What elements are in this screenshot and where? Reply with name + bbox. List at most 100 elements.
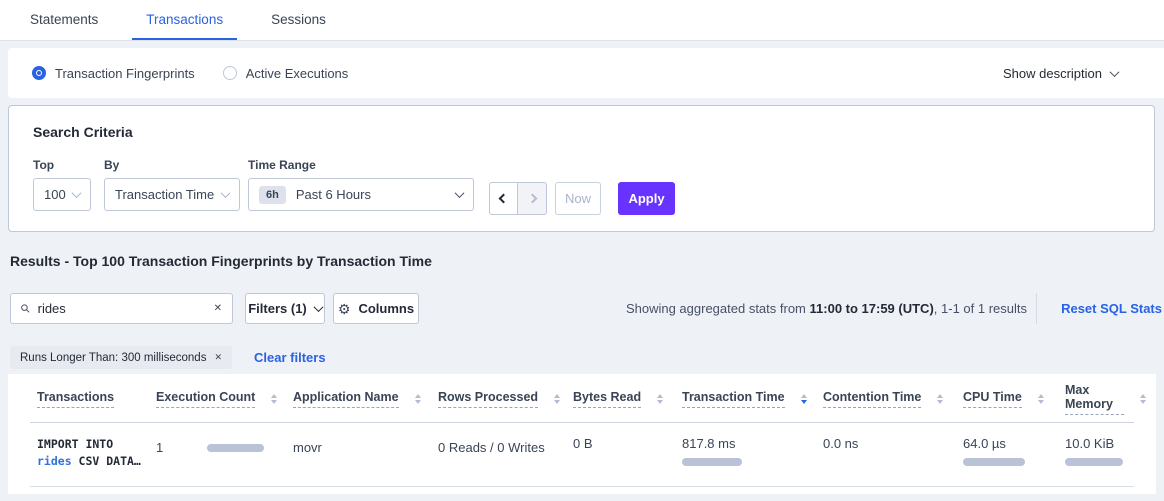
- bytes-read-value: 0 B: [573, 436, 682, 451]
- columns-label: Columns: [358, 301, 414, 316]
- by-select[interactable]: Transaction Time: [104, 178, 240, 211]
- radio-active-executions[interactable]: Active Executions: [223, 66, 349, 81]
- tab-sessions[interactable]: Sessions: [257, 0, 340, 40]
- time-prev-button[interactable]: [489, 182, 518, 215]
- results-table: Transactions Execution Count Application…: [8, 374, 1156, 494]
- stats-prefix: Showing aggregated stats from: [626, 301, 810, 316]
- sort-icon-active-desc[interactable]: [801, 394, 807, 404]
- filter-chip[interactable]: Runs Longer Than: 300 milliseconds ✕: [10, 346, 232, 369]
- search-icon: [21, 302, 30, 315]
- cell-contention-time: 0.0 ns: [823, 436, 963, 451]
- column-header-contention-time: Contention Time: [823, 390, 963, 408]
- tab-transactions[interactable]: Transactions: [132, 0, 237, 40]
- column-header-label[interactable]: CPU Time: [963, 390, 1022, 408]
- stats-suffix: , 1-1 of 1 results: [934, 301, 1027, 316]
- application-name-value: movr: [293, 436, 438, 455]
- active-filters-row: Runs Longer Than: 300 milliseconds ✕ Cle…: [10, 346, 326, 369]
- execution-count-value: 1: [156, 440, 163, 455]
- columns-button[interactable]: ⚙ Columns: [333, 293, 419, 324]
- reset-sql-stats-link[interactable]: Reset SQL Stats: [1061, 301, 1162, 316]
- tab-statements[interactable]: Statements: [16, 0, 112, 40]
- cell-application-name: movr: [293, 436, 438, 455]
- remove-filter-icon[interactable]: ✕: [214, 352, 222, 363]
- sort-icon[interactable]: [415, 394, 421, 404]
- sort-icon[interactable]: [937, 394, 943, 404]
- show-description-label: Show description: [1003, 66, 1102, 81]
- column-header-label[interactable]: Execution Count: [156, 390, 255, 408]
- sort-icon[interactable]: [1140, 394, 1146, 404]
- results-search-box[interactable]: ✕: [10, 293, 233, 324]
- contention-time-value: 0.0 ns: [823, 436, 963, 451]
- transaction-time-bar: [682, 458, 742, 466]
- gear-icon: ⚙: [338, 302, 351, 316]
- filters-button[interactable]: Filters (1): [245, 293, 325, 324]
- column-header-label[interactable]: Rows Processed: [438, 390, 538, 408]
- sql-line-1: IMPORT INTO: [37, 436, 156, 453]
- time-range-badge: 6h: [259, 186, 286, 204]
- max-memory-value: 10.0 KiB: [1065, 436, 1146, 451]
- time-next-button[interactable]: [518, 182, 547, 215]
- cpu-time-value: 64.0 µs: [963, 436, 1065, 451]
- cell-cpu-time: 64.0 µs: [963, 436, 1065, 466]
- column-header-label[interactable]: Application Name: [293, 390, 399, 408]
- radio-unselected-icon[interactable]: [223, 66, 237, 80]
- chevron-down-icon: [455, 188, 465, 198]
- column-header-label[interactable]: Bytes Read: [573, 390, 641, 408]
- column-header-transactions: Transactions: [37, 390, 156, 408]
- column-header-bytes-read: Bytes Read: [573, 390, 682, 408]
- show-description-toggle[interactable]: Show description: [1003, 66, 1140, 81]
- sort-icon[interactable]: [271, 394, 277, 404]
- column-header-label[interactable]: Max Memory: [1065, 383, 1124, 415]
- column-header-cpu-time: CPU Time: [963, 390, 1065, 408]
- radio-label: Active Executions: [246, 66, 349, 81]
- radio-label: Transaction Fingerprints: [55, 66, 195, 81]
- table-row: IMPORT INTO rides CSV DATA… 1 movr 0 Rea…: [8, 423, 1156, 487]
- column-header-max-memory: Max Memory: [1065, 383, 1146, 415]
- rows-processed-value: 0 Reads / 0 Writes: [438, 436, 573, 455]
- column-header-transaction-time: Transaction Time: [682, 390, 823, 408]
- time-range-label: Time Range: [248, 158, 474, 172]
- top-label: Top: [33, 158, 91, 172]
- by-label: By: [104, 158, 240, 172]
- search-input[interactable]: [38, 301, 214, 316]
- chevron-right-icon: [527, 194, 537, 204]
- apply-button[interactable]: Apply: [618, 182, 675, 215]
- results-heading: Results - Top 100 Transaction Fingerprin…: [10, 253, 432, 269]
- column-header-rows-processed: Rows Processed: [438, 390, 573, 408]
- time-nav-group: [489, 182, 547, 215]
- radio-transaction-fingerprints[interactable]: Transaction Fingerprints: [32, 66, 195, 81]
- top-tabs-bar: Statements Transactions Sessions: [0, 0, 1164, 41]
- column-header-execution-count: Execution Count: [156, 390, 293, 408]
- chevron-down-icon: [221, 188, 231, 198]
- by-field: By Transaction Time: [104, 158, 240, 211]
- execution-count-bar: [207, 444, 264, 452]
- sort-icon[interactable]: [657, 394, 663, 404]
- transaction-fingerprint-link[interactable]: IMPORT INTO rides CSV DATA…: [37, 436, 156, 470]
- column-header-application-name: Application Name: [293, 390, 438, 408]
- column-header-label[interactable]: Contention Time: [823, 390, 921, 408]
- radio-selected-icon[interactable]: [32, 66, 46, 80]
- clear-search-icon[interactable]: ✕: [214, 303, 222, 314]
- cell-max-memory: 10.0 KiB: [1065, 436, 1146, 466]
- cell-rows-processed: 0 Reads / 0 Writes: [438, 436, 573, 455]
- column-header-label[interactable]: Transaction Time: [682, 390, 785, 408]
- time-range-field: Time Range 6h Past 6 Hours: [248, 158, 474, 211]
- sql-line-2: rides CSV DATA…: [37, 453, 156, 470]
- filters-label: Filters (1): [248, 301, 307, 316]
- sort-icon[interactable]: [554, 394, 560, 404]
- top-select[interactable]: 100: [33, 178, 91, 211]
- table-header-row: Transactions Execution Count Application…: [8, 374, 1156, 423]
- sql-rest: CSV DATA…: [72, 454, 141, 468]
- cell-transaction-time: 817.8 ms: [682, 436, 823, 466]
- sort-icon[interactable]: [1038, 394, 1044, 404]
- now-button[interactable]: Now: [555, 182, 601, 215]
- column-header-label[interactable]: Transactions: [37, 390, 114, 408]
- max-memory-bar: [1065, 458, 1123, 466]
- search-criteria-panel: Search Criteria Top 100 By Transaction T…: [8, 105, 1155, 232]
- divider: [1036, 293, 1037, 324]
- clear-filters-link[interactable]: Clear filters: [254, 350, 326, 365]
- time-range-value: Past 6 Hours: [296, 187, 371, 202]
- time-range-select[interactable]: 6h Past 6 Hours: [248, 178, 474, 211]
- chevron-down-icon: [313, 302, 323, 312]
- by-select-value: Transaction Time: [115, 187, 214, 202]
